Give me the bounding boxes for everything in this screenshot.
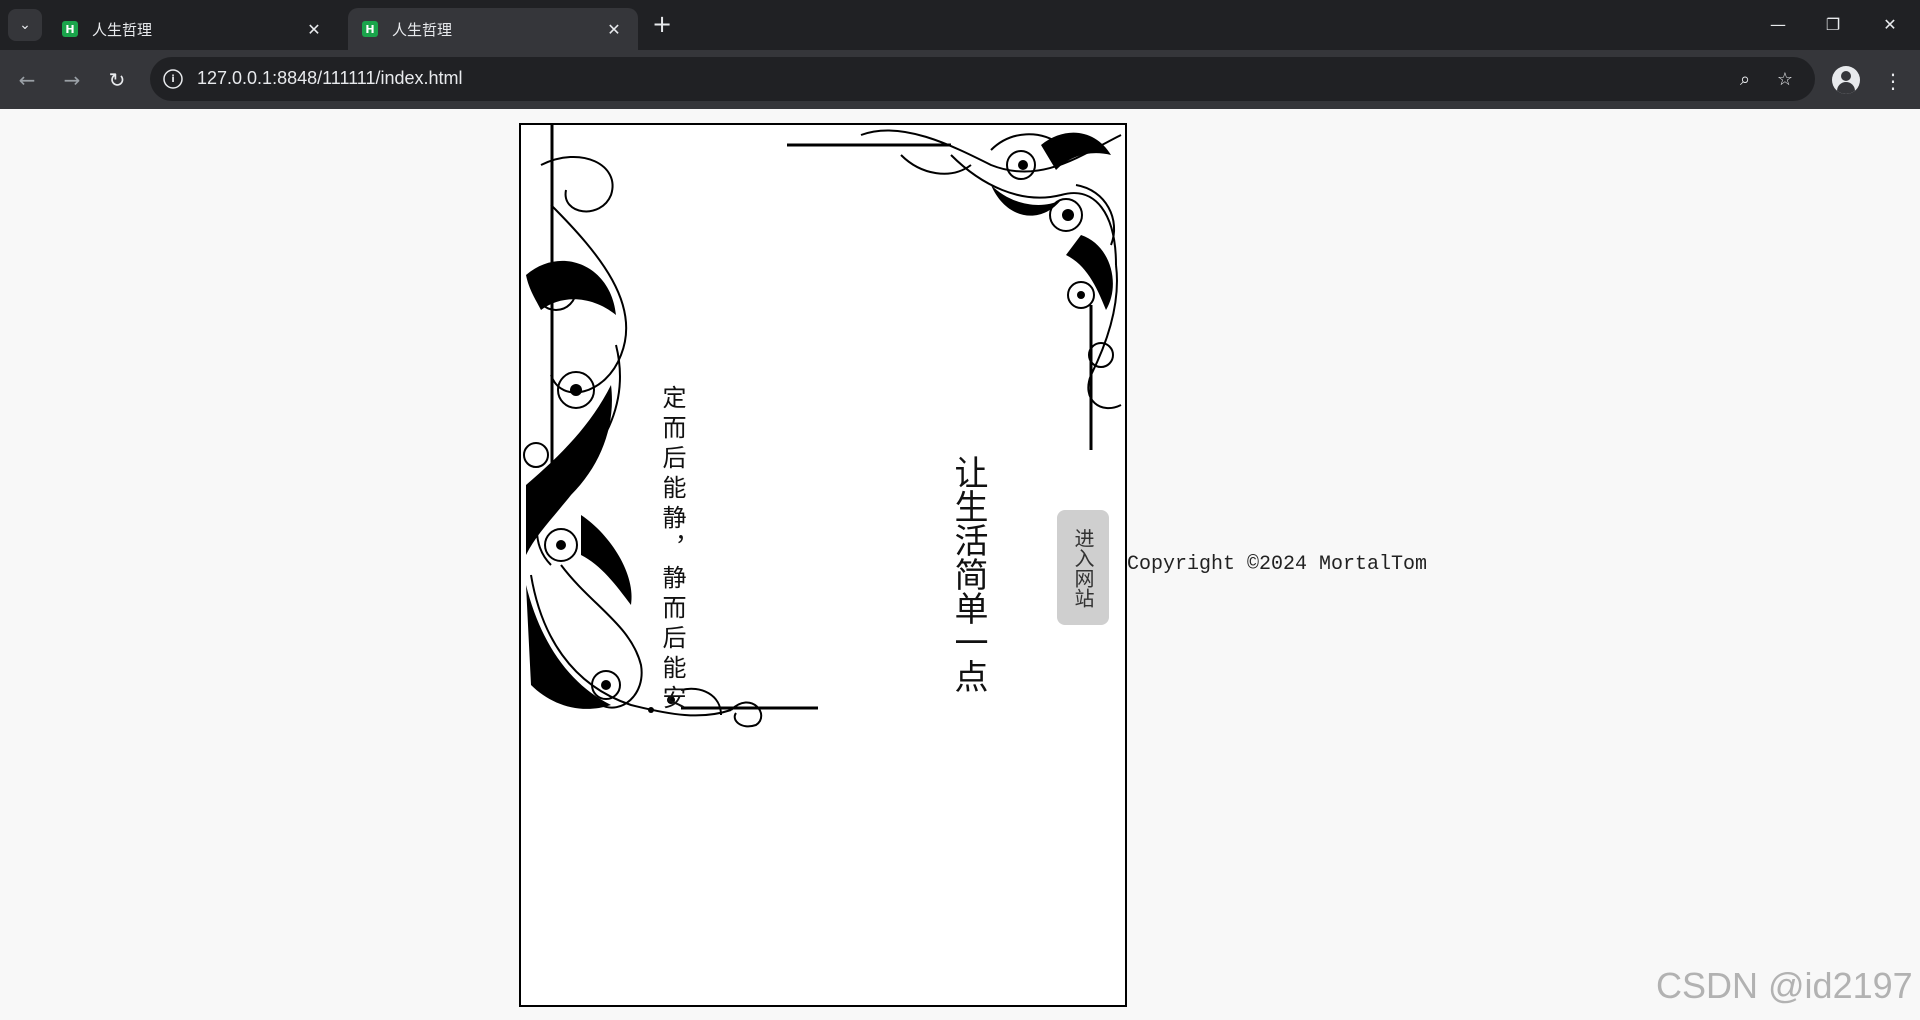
tab-strip: ⌄ H 人生哲理 ✕ H 人生哲理 ✕ + — ❐ ✕ xyxy=(0,0,1920,50)
back-arrow-icon[interactable]: ← xyxy=(12,65,42,95)
close-icon[interactable]: ✕ xyxy=(602,17,626,41)
floral-ornament-icon xyxy=(523,125,1122,728)
more-menu-icon[interactable]: ⋮ xyxy=(1878,66,1908,96)
close-icon[interactable]: ✕ xyxy=(302,17,326,41)
forward-arrow-icon[interactable]: → xyxy=(57,65,87,95)
tab-1[interactable]: H 人生哲理 ✕ xyxy=(48,8,338,50)
tab-2-active[interactable]: H 人生哲理 ✕ xyxy=(348,8,638,50)
csdn-watermark: CSDN @id2197 xyxy=(1656,965,1913,1006)
chevron-down-icon: ⌄ xyxy=(19,17,31,33)
tab-title: 人生哲理 xyxy=(392,20,453,39)
enter-site-label: 进入网站 xyxy=(1071,527,1095,608)
site-info-icon[interactable]: i xyxy=(163,69,183,89)
enter-site-button[interactable]: 进入网站 xyxy=(1057,510,1109,625)
hbuilder-favicon-icon: H xyxy=(62,21,78,37)
reload-icon[interactable]: ↻ xyxy=(102,65,132,95)
tab-title: 人生哲理 xyxy=(92,20,153,39)
address-bar[interactable]: i 127.0.0.1:8848/111111/index.html ⌕ ☆ xyxy=(150,57,1815,101)
poem-text: 定而后能静，静而后能安 xyxy=(658,385,686,715)
restore-icon[interactable]: ❐ xyxy=(1813,10,1853,38)
tab-search-button[interactable]: ⌄ xyxy=(8,9,42,41)
page-card: 定而后能静，静而后能安 让生活简单一点 进入网站 xyxy=(519,123,1127,1007)
page-title: 让生活简单一点 xyxy=(948,455,988,693)
hbuilder-favicon-icon: H xyxy=(362,21,378,37)
close-window-icon[interactable]: ✕ xyxy=(1870,10,1910,38)
minimize-icon[interactable]: — xyxy=(1758,10,1798,38)
copyright-text: Copyright ©2024 MortalTom xyxy=(1127,553,1428,576)
new-tab-plus-icon[interactable]: + xyxy=(650,10,674,38)
bookmark-star-icon[interactable]: ☆ xyxy=(1773,67,1797,91)
browser-toolbar: ← → ↻ i 127.0.0.1:8848/111111/index.html… xyxy=(0,50,1920,109)
url-text[interactable]: 127.0.0.1:8848/111111/index.html xyxy=(197,68,463,89)
zoom-icon[interactable]: ⌕ xyxy=(1733,67,1757,91)
profile-avatar-icon[interactable] xyxy=(1832,66,1860,94)
